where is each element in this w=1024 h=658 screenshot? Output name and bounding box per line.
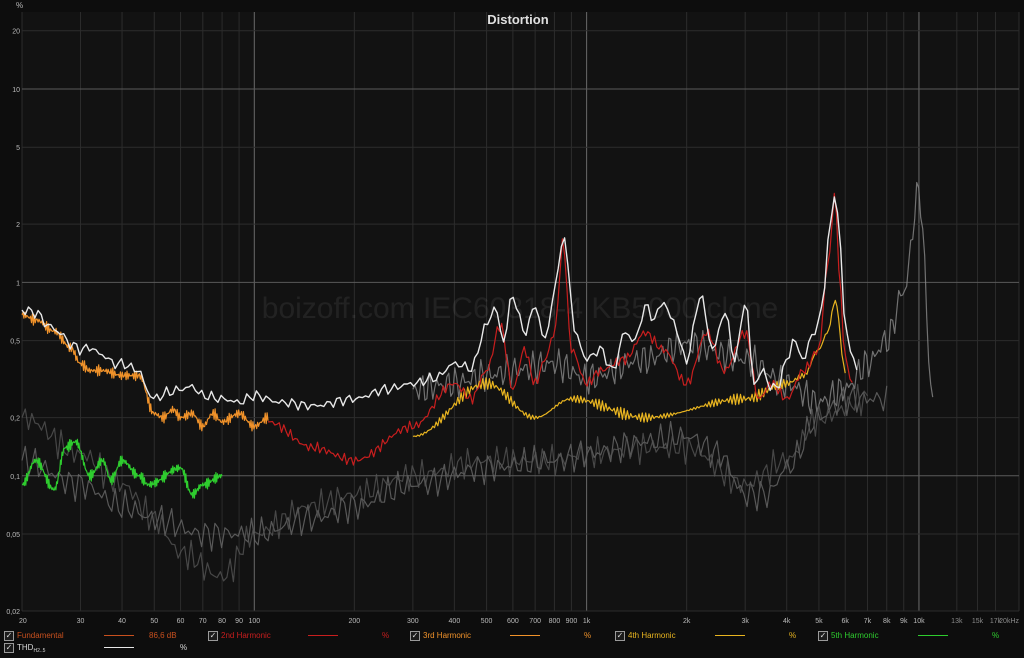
y-tick-label: 0,5 (10, 339, 20, 346)
legend-checkbox-fundamental[interactable]: ✓ (4, 631, 14, 641)
x-tick-label: 9k (900, 618, 908, 625)
legend-unit-h2: % (382, 631, 390, 640)
legend-label-h4: 4th Harmonic (628, 631, 676, 640)
x-tick-label: 5k (815, 618, 823, 625)
legend-label-h2: 2nd Harmonic (221, 631, 271, 640)
y-tick-label: 0,02 (6, 609, 20, 616)
x-tick-label: 400 (449, 618, 461, 625)
x-tick-label: 20 (19, 618, 27, 625)
x-tick-label: 7k (864, 618, 872, 625)
x-tick-label: 6k (842, 618, 850, 625)
x-tick-label: 13k (951, 618, 963, 625)
legend-unit-thd: % (180, 643, 188, 652)
legend-unit-h4: % (789, 631, 797, 640)
x-tick-label: 500 (481, 618, 493, 625)
x-tick-label: 1k (583, 618, 591, 625)
x-tick-label: 600 (507, 618, 519, 625)
legend-item-h4[interactable]: ✓ 4th Harmonic% (615, 629, 815, 642)
legend-swatch-h5 (918, 635, 948, 636)
x-tick-label: 800 (549, 618, 561, 625)
y-tick-label: 5 (16, 145, 20, 152)
distortion-chart: boizoff.com IEC60318-4 KB5000 clone Dist… (0, 0, 1024, 626)
legend-item-h3[interactable]: ✓ 3rd Harmonic% (410, 629, 610, 642)
y-tick-label: 0,05 (6, 532, 20, 539)
x-tick-label: 30 (77, 618, 85, 625)
legend-swatch-h4 (715, 635, 745, 636)
y-tick-label: 0,1 (10, 474, 20, 481)
legend-checkbox-h5[interactable]: ✓ (818, 631, 828, 641)
x-tick-label: 60 (177, 618, 185, 625)
legend-unit-h3: % (584, 631, 592, 640)
legend-item-h2[interactable]: ✓ 2nd Harmonic% (208, 629, 408, 642)
y-axis-unit: % (16, 1, 23, 10)
legend-label-subscript: H2..5 (33, 648, 46, 654)
x-tick-label: 100 (248, 618, 260, 625)
x-tick-label: 40 (118, 618, 126, 625)
x-tick-label: 70 (199, 618, 207, 625)
x-tick-label: 900 (566, 618, 578, 625)
x-tick-label: 20kHz (999, 618, 1019, 625)
y-tick-label: 1 (16, 280, 20, 287)
legend-checkbox-thd[interactable]: ✓ (4, 643, 14, 653)
x-tick-label: 700 (529, 618, 541, 625)
y-tick-label: 0,2 (10, 416, 20, 423)
legend-item-h5[interactable]: ✓ 5th Harmonic% (818, 629, 1018, 642)
legend-swatch-fundamental (104, 635, 134, 636)
legend-swatch-h2 (308, 635, 338, 636)
x-tick-label: 50 (150, 618, 158, 625)
legend-swatch-h3 (510, 635, 540, 636)
legend-swatch-thd (104, 647, 134, 648)
legend-checkbox-h3[interactable]: ✓ (410, 631, 420, 641)
x-tick-label: 8k (883, 618, 891, 625)
y-tick-label: 20 (12, 29, 20, 36)
x-tick-label: 2k (683, 618, 691, 625)
x-tick-label: 3k (741, 618, 749, 625)
legend-label-thd: THDH2..5 (17, 643, 46, 654)
y-tick-label: 2 (16, 222, 20, 229)
legend-label-h3: 3rd Harmonic (423, 631, 472, 640)
legend-unit-h5: % (992, 631, 1000, 640)
x-tick-label: 10k (913, 618, 925, 625)
y-tick-label: 10 (12, 87, 20, 94)
x-tick-label: 80 (218, 618, 226, 625)
chart-title: Distortion (487, 12, 548, 27)
legend-item-thd[interactable]: ✓ THDH2..5% (4, 641, 204, 654)
x-tick-label: 4k (783, 618, 791, 625)
x-tick-label: 200 (348, 618, 360, 625)
x-tick-label: 300 (407, 618, 419, 625)
x-tick-label: 15k (972, 618, 984, 625)
legend: ✓ Fundamental 86,6 dB ✓ 2nd Harmonic% ✓ 3rd Ha… (0, 626, 1024, 654)
legend-checkbox-h2[interactable]: ✓ (208, 631, 218, 641)
legend-label-h5: 5th Harmonic (831, 631, 879, 640)
legend-checkbox-h4[interactable]: ✓ (615, 631, 625, 641)
x-tick-label: 90 (235, 618, 243, 625)
